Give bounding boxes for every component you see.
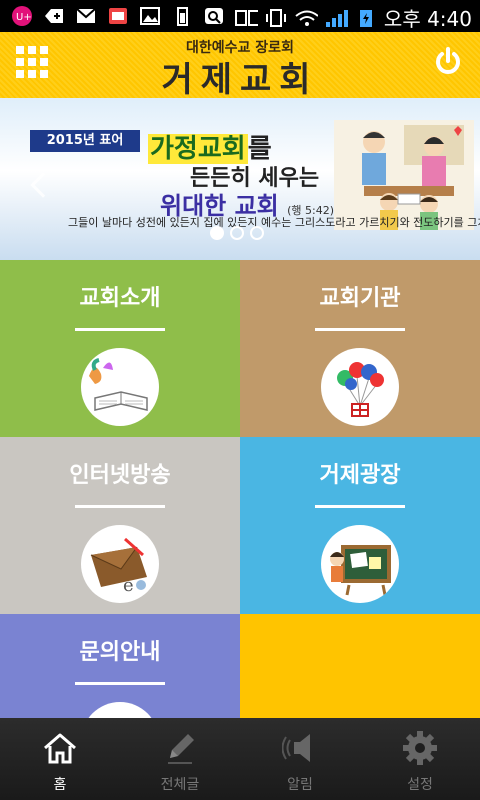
signal-icon xyxy=(324,6,348,30)
nav-home[interactable]: 홈 xyxy=(0,718,120,800)
tile-divider xyxy=(315,328,405,331)
tile-empty xyxy=(240,614,480,718)
tile-church-intro[interactable]: 교회소개 xyxy=(0,260,240,437)
clock: 오후 4:40 xyxy=(383,7,472,31)
nav-all-posts[interactable]: 전체글 xyxy=(120,718,240,800)
book-balloons-icon xyxy=(81,348,159,426)
envelope-icon: e xyxy=(81,525,159,603)
tile-divider xyxy=(75,328,165,331)
carousel-dot-3[interactable] xyxy=(250,226,264,240)
plus-icon xyxy=(42,4,66,28)
tile-geoje-square[interactable]: 거제광장 xyxy=(240,437,480,614)
status-bar: U+ 오후 4:40 xyxy=(0,0,480,32)
carousel-prev-icon[interactable] xyxy=(30,172,56,198)
pencil-icon xyxy=(162,730,198,766)
nav-notifications[interactable]: 알림 xyxy=(240,718,360,800)
app-header: 대한예수교 장로회 거제교회 xyxy=(0,32,480,100)
carousel-dot-2[interactable] xyxy=(230,226,244,240)
tile-label: 문의안내 xyxy=(79,640,161,665)
wifi-icon xyxy=(294,6,318,30)
tile-internet-broadcast[interactable]: 인터넷방송 e xyxy=(0,437,240,614)
banner-verse: 그들이 날마다 성전에 있든지 집에 있든지 예수는 그리스도라고 가르치기와 … xyxy=(68,216,480,229)
tile-label: 거제광장 xyxy=(319,463,401,488)
notification-icons: U+ xyxy=(10,4,226,28)
tile-divider xyxy=(75,682,165,685)
search-app-icon xyxy=(202,4,226,28)
image-icon xyxy=(138,4,162,28)
battery-icon xyxy=(354,6,378,30)
banner-carousel[interactable]: 2015년 표어 가정교회를 든든히 세우는 위대한 교회 (행 5:42) 그… xyxy=(0,98,480,260)
vibrate-icon xyxy=(264,6,288,30)
church-name: 거제교회 xyxy=(161,60,319,100)
tile-label: 인터넷방송 xyxy=(69,463,171,488)
balloons-gift-icon xyxy=(321,348,399,426)
tile-church-orgs[interactable]: 교회기관 xyxy=(240,260,480,437)
system-icons: 오후 4:40 xyxy=(234,3,472,32)
gmail-icon xyxy=(74,4,98,28)
bottom-nav: 홈 전체글 알림 설정 xyxy=(0,718,480,800)
app-icon xyxy=(106,4,130,28)
tile-divider xyxy=(315,505,405,508)
banner-year-label: 2015년 표어 xyxy=(30,130,140,152)
svg-text:U+: U+ xyxy=(16,12,32,23)
nav-label: 알림 xyxy=(287,777,313,793)
svg-text:e: e xyxy=(123,575,134,596)
tile-label: 교회소개 xyxy=(79,286,161,311)
carousel-indicators xyxy=(210,226,264,240)
nav-settings[interactable]: 설정 xyxy=(360,718,480,800)
nav-label: 전체글 xyxy=(160,777,200,793)
home-icon xyxy=(42,730,78,766)
gear-icon xyxy=(402,730,438,766)
nav-label: 설정 xyxy=(407,777,433,793)
battery-saver-icon xyxy=(170,4,194,28)
speaker-icon xyxy=(281,730,318,766)
tile-divider xyxy=(75,505,165,508)
carousel-dot-1[interactable] xyxy=(210,226,224,240)
nav-label: 홈 xyxy=(53,777,67,793)
uplus-icon: U+ xyxy=(10,4,34,28)
tile-label: 교회기관 xyxy=(319,286,401,311)
power-icon[interactable] xyxy=(432,46,464,78)
chalkboard-icon xyxy=(321,525,399,603)
data-sync-icon xyxy=(234,6,258,30)
tile-contact-info[interactable]: 문의안내 xyxy=(0,614,240,780)
